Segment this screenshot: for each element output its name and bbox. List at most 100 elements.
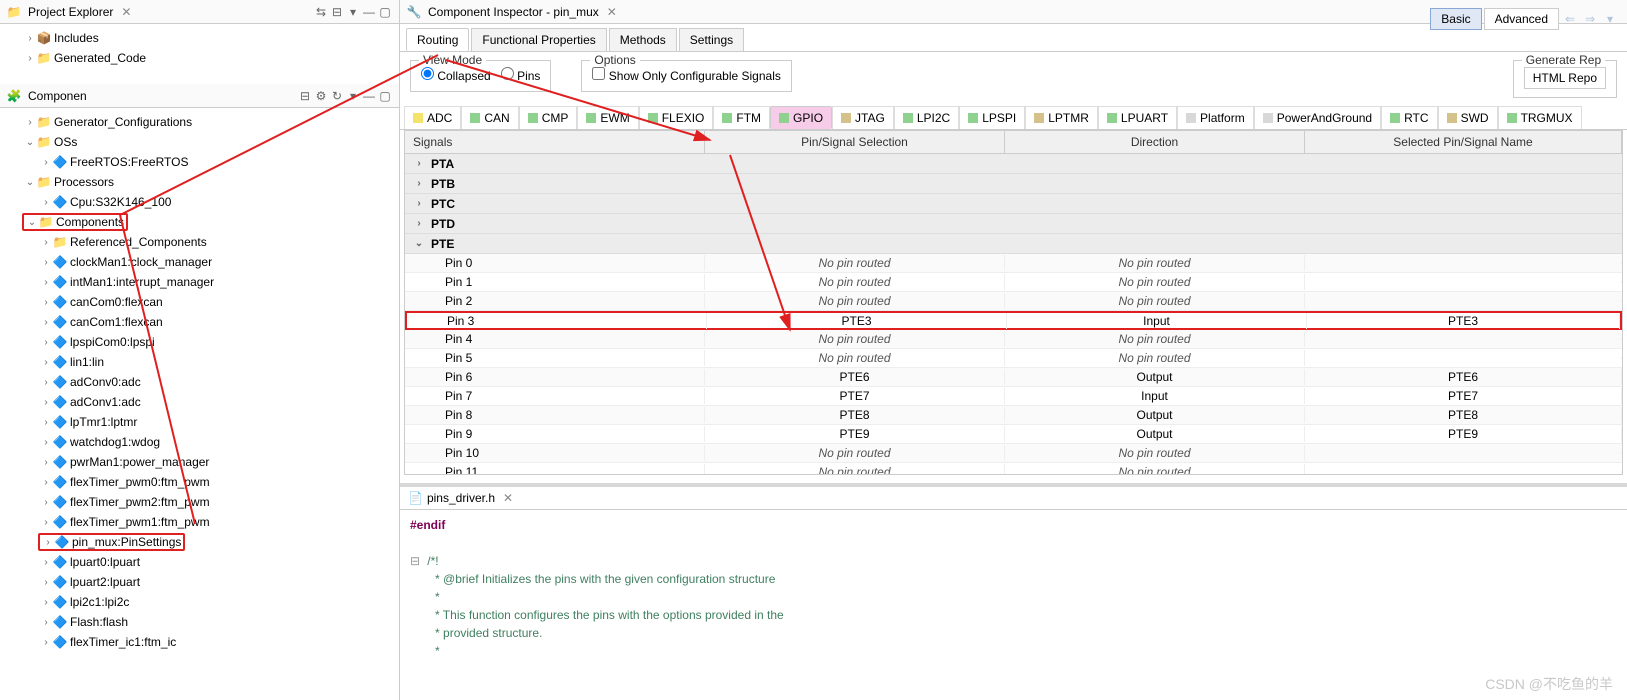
category-tab-cmp[interactable]: CMP [519,106,578,129]
category-tab-ewm[interactable]: EWM [577,106,638,129]
cell-name[interactable] [1305,281,1622,283]
cell-name[interactable] [1305,300,1622,302]
chevron-icon[interactable]: › [413,198,425,209]
chevron-icon[interactable]: › [40,317,52,328]
tree-item[interactable]: ⌄📁OSs [2,132,397,152]
cell-name[interactable]: PTE8 [1305,407,1622,423]
tree-item[interactable]: ›🔷flexTimer_ic1:ftm_ic [2,632,397,652]
cell-name[interactable] [1305,262,1622,264]
grid-row[interactable]: Pin 11No pin routedNo pin routed [405,463,1622,474]
grid-row[interactable]: Pin 7PTE7InputPTE7 [405,387,1622,406]
tab-functional[interactable]: Functional Properties [471,28,606,51]
radio-collapsed[interactable]: Collapsed [421,69,491,83]
grid-row[interactable]: Pin 10No pin routedNo pin routed [405,444,1622,463]
grid-row[interactable]: Pin 4No pin routedNo pin routed [405,330,1622,349]
tree-item-includes[interactable]: › 📦 Includes [2,28,397,48]
cell-selection[interactable]: No pin routed [705,350,1005,366]
category-tab-can[interactable]: CAN [461,106,518,129]
maximize-icon[interactable]: ▢ [377,4,393,20]
tree-item[interactable]: ›📁Referenced_Components [2,232,397,252]
cell-name[interactable]: PTE7 [1305,388,1622,404]
cell-name[interactable] [1305,471,1622,473]
category-tab-gpio[interactable]: GPIO [770,106,832,129]
tree-item[interactable]: ›🔷lpuart0:lpuart [2,552,397,572]
cell-direction[interactable]: Output [1005,369,1305,385]
tree-item[interactable]: ›🔷pwrMan1:power_manager [2,452,397,472]
chevron-icon[interactable]: › [40,437,52,448]
grid-row[interactable]: Pin 9PTE9OutputPTE9 [405,425,1622,444]
category-tab-trgmux[interactable]: TRGMUX [1498,106,1582,129]
tree-item[interactable]: ⌄📁Processors [2,172,397,192]
group-row-ptd[interactable]: ›PTD [405,214,1622,234]
cell-selection[interactable]: No pin routed [705,293,1005,309]
cell-selection[interactable]: No pin routed [705,331,1005,347]
cell-direction[interactable]: No pin routed [1005,274,1305,290]
checkbox-show-only[interactable]: Show Only Configurable Signals [592,69,780,83]
category-tab-powerandground[interactable]: PowerAndGround [1254,106,1381,129]
group-row-pta[interactable]: ›PTA [405,154,1622,174]
close-icon[interactable]: ✕ [503,491,513,505]
chevron-icon[interactable]: › [24,117,36,128]
col-selection[interactable]: Pin/Signal Selection [705,131,1005,153]
chevron-icon[interactable]: › [40,497,52,508]
cell-selection[interactable]: PTE8 [705,407,1005,423]
tree-item-highlighted[interactable]: ›🔷pin_mux:PinSettings [2,532,397,552]
chevron-icon[interactable]: › [40,477,52,488]
category-tab-jtag[interactable]: JTAG [832,106,894,129]
refresh-icon[interactable]: ↻ [329,88,345,104]
cell-name[interactable] [1305,452,1622,454]
menu-icon[interactable]: ▾ [345,4,361,20]
tree-item[interactable]: ›🔷adConv1:adc [2,392,397,412]
tree-item[interactable]: ›🔷Flash:flash [2,612,397,632]
chevron-icon[interactable]: › [40,377,52,388]
chevron-icon[interactable]: ⌄ [24,137,36,148]
tree-item[interactable]: ›🔷clockMan1:clock_manager [2,252,397,272]
group-row-ptc[interactable]: ›PTC [405,194,1622,214]
col-name[interactable]: Selected Pin/Signal Name [1305,131,1622,153]
tree-item[interactable]: ›🔷flexTimer_pwm0:ftm_pwm [2,472,397,492]
generate-value[interactable]: HTML Repo [1524,67,1606,89]
cell-direction[interactable]: No pin routed [1005,464,1305,474]
tree-item[interactable]: ›🔷lpuart2:lpuart [2,572,397,592]
tree-item[interactable]: ›🔷canCom0:flexcan [2,292,397,312]
chevron-icon[interactable]: › [40,457,52,468]
chevron-icon[interactable]: › [40,337,52,348]
tree-item[interactable]: ›📁Generator_Configurations [2,112,397,132]
minimize-icon[interactable]: — [361,88,377,104]
chevron-icon[interactable]: › [40,357,52,368]
tree-item[interactable]: ›🔷lpi2c1:lpi2c [2,592,397,612]
chevron-icon[interactable]: › [40,237,52,248]
chevron-icon[interactable]: › [413,218,425,229]
cell-selection[interactable]: No pin routed [705,274,1005,290]
cell-selection[interactable]: PTE6 [705,369,1005,385]
tree-item[interactable]: ›🔷intMan1:interrupt_manager [2,272,397,292]
chevron-icon[interactable]: › [24,53,36,64]
dropdown-icon[interactable]: ▾ [1601,12,1619,26]
col-direction[interactable]: Direction [1005,131,1305,153]
collapse-icon[interactable]: ⊟ [329,4,345,20]
back-icon[interactable]: ⇐ [1561,12,1579,26]
group-row-ptb[interactable]: ›PTB [405,174,1622,194]
menu-icon[interactable]: ▾ [345,88,361,104]
cell-direction[interactable]: Output [1005,407,1305,423]
tree-item[interactable]: ›🔷FreeRTOS:FreeRTOS [2,152,397,172]
tree-item[interactable]: ›🔷lin1:lin [2,352,397,372]
tree-item[interactable]: ›🔷watchdog1:wdog [2,432,397,452]
forward-icon[interactable]: ⇒ [1581,12,1599,26]
chevron-icon[interactable]: › [40,517,52,528]
category-tab-ftm[interactable]: FTM [713,106,770,129]
source-tab[interactable]: 📄 pins_driver.h ✕ [400,487,1627,510]
grid-row[interactable]: Pin 0No pin routedNo pin routed [405,254,1622,273]
chevron-icon[interactable]: › [40,277,52,288]
minimize-icon[interactable]: — [361,4,377,20]
category-tab-lpi2c[interactable]: LPI2C [894,106,959,129]
chevron-icon[interactable]: › [40,617,52,628]
cell-selection[interactable]: PTE3 [707,313,1007,329]
chevron-icon[interactable]: › [40,197,52,208]
cell-name[interactable]: PTE6 [1305,369,1622,385]
cell-selection[interactable]: PTE9 [705,426,1005,442]
cell-selection[interactable]: No pin routed [705,255,1005,271]
collapse-icon[interactable]: ⊟ [297,88,313,104]
chevron-icon[interactable]: › [40,257,52,268]
grid-row[interactable]: Pin 5No pin routedNo pin routed [405,349,1622,368]
